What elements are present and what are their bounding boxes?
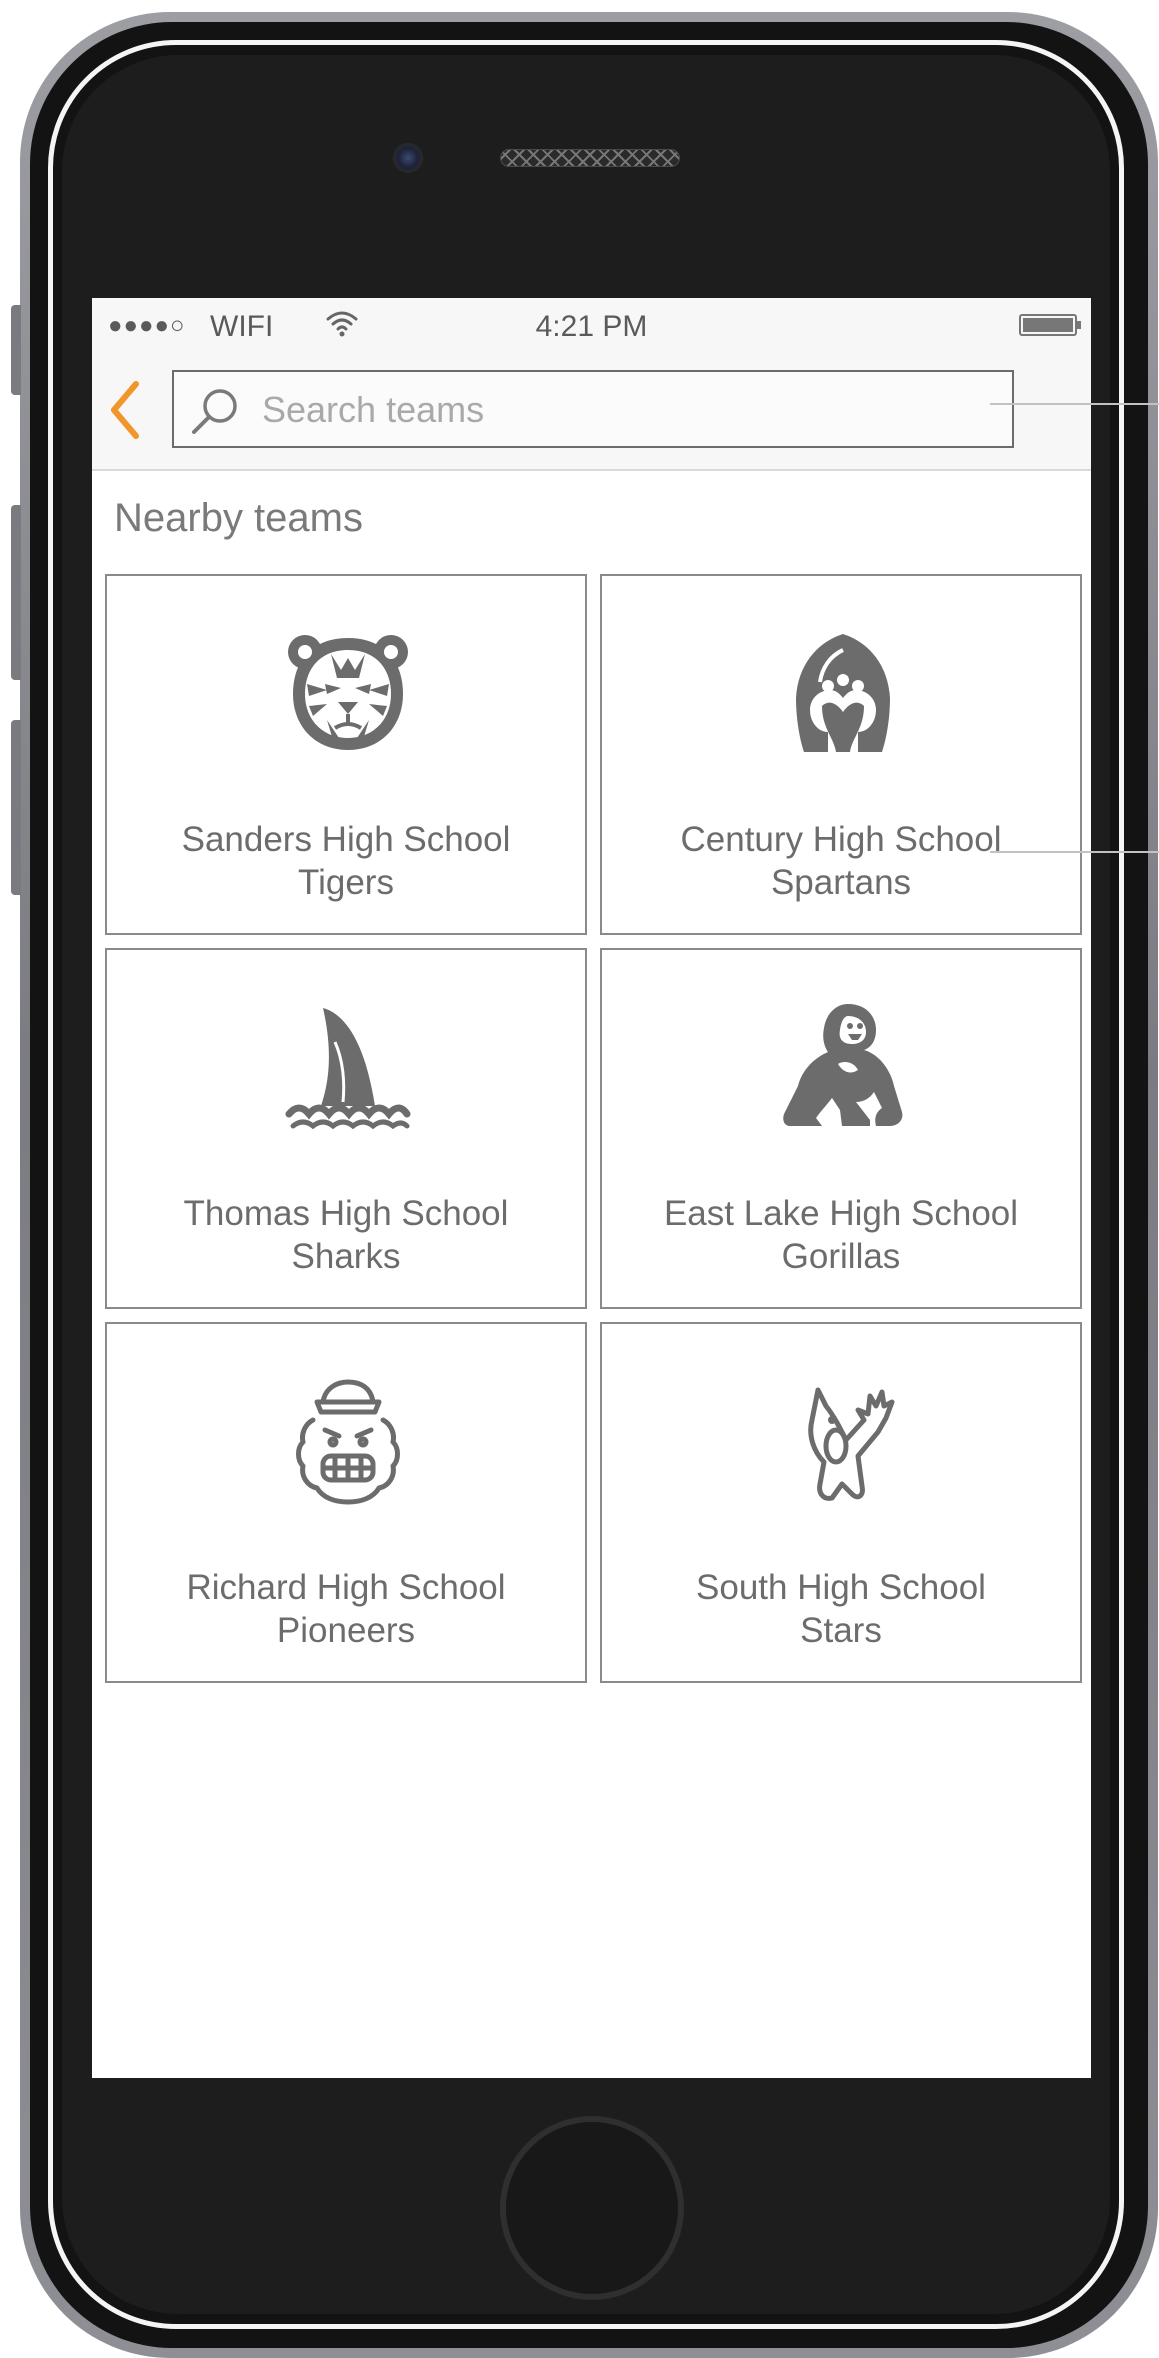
volume-up-button	[11, 505, 21, 680]
shark-fin-icon	[285, 1008, 411, 1130]
spartan-helmet-icon	[796, 634, 890, 752]
team-name: Century High School Spartans	[602, 818, 1080, 904]
app-screen: ●●●●○ WIFI 4:21 PM Nearby teams	[92, 298, 1091, 2078]
annotation-line	[990, 851, 1159, 853]
gorilla-icon	[783, 1004, 903, 1126]
team-card[interactable]: Thomas High School Sharks	[105, 948, 587, 1309]
team-mascot: Pioneers	[276, 1611, 416, 1650]
volume-down-button	[11, 720, 21, 895]
earpiece-speaker	[500, 149, 680, 167]
team-school: East Lake High School	[663, 1194, 1019, 1233]
battery-icon	[1019, 314, 1081, 336]
mute-switch	[11, 305, 21, 395]
annotation-line	[990, 403, 1159, 405]
team-mascot: Gorillas	[781, 1237, 901, 1276]
team-name: East Lake High School Gorillas	[602, 1192, 1080, 1278]
team-card[interactable]: Sanders High School Tigers	[105, 574, 587, 935]
team-card[interactable]: Century High School Spartans	[600, 574, 1082, 935]
team-name: Richard High School Pioneers	[107, 1566, 585, 1652]
team-card[interactable]: East Lake High School Gorillas	[600, 948, 1082, 1309]
team-mascot: Stars	[800, 1611, 882, 1650]
team-card[interactable]: South High School Stars	[600, 1322, 1082, 1683]
front-camera	[393, 143, 423, 173]
team-school: Richard High School	[186, 1568, 506, 1607]
home-button[interactable]	[500, 2116, 684, 2300]
team-school: Sanders High School	[181, 820, 511, 859]
team-mascot: Sharks	[291, 1237, 401, 1276]
team-school: Century High School	[680, 820, 1002, 859]
team-mascot: Tigers	[298, 863, 394, 902]
star-mascot-icon	[808, 1387, 895, 1501]
team-school: Thomas High School	[183, 1194, 509, 1233]
section-title: Nearby teams	[114, 496, 363, 540]
status-bar: ●●●●○ WIFI 4:21 PM	[92, 298, 1091, 354]
top-bar: ●●●●○ WIFI 4:21 PM	[92, 298, 1091, 471]
team-school: South High School	[696, 1568, 986, 1607]
team-name: Thomas High School Sharks	[107, 1192, 585, 1278]
team-mascot: Spartans	[770, 863, 912, 902]
status-time: 4:21 PM	[535, 310, 648, 343]
search-input[interactable]	[260, 372, 994, 448]
back-button[interactable]	[108, 380, 142, 440]
team-card[interactable]: Richard High School Pioneers	[105, 1322, 587, 1683]
team-name: Sanders High School Tigers	[107, 818, 585, 904]
tiger-icon	[288, 635, 408, 750]
search-icon	[192, 389, 237, 434]
search-box[interactable]	[172, 370, 1014, 448]
team-name: South High School Stars	[602, 1566, 1080, 1652]
pioneer-icon	[296, 1379, 400, 1505]
